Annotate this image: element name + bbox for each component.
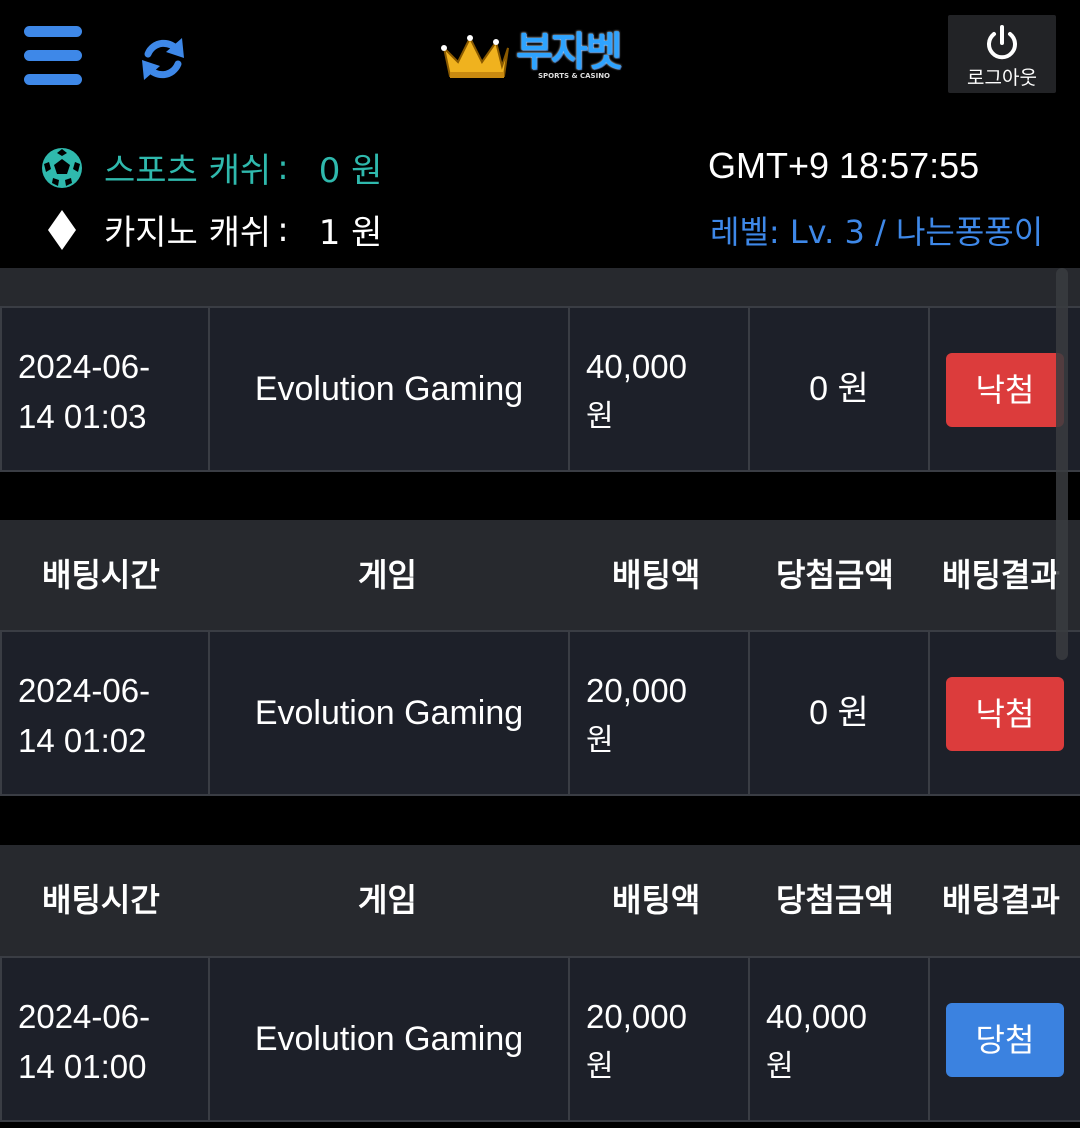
- bet-time: 2024-06- 14 01:03: [18, 348, 151, 435]
- game-name: Evolution Gaming: [254, 1020, 524, 1058]
- header-win-amount: 당첨금액: [776, 556, 894, 594]
- site-logo[interactable]: 부자벳 SPORTS & CASINO: [438, 30, 638, 86]
- sports-cash: 스포츠 캐쉬 : 0 원: [40, 143, 382, 192]
- win-amount: 0 원: [809, 370, 869, 408]
- header-result: 배팅결과: [942, 556, 1060, 594]
- casino-cash-amount: 1 원: [318, 213, 383, 253]
- casino-cash-label: 카지노 캐쉬: [104, 213, 272, 253]
- win-amount: 40,000 원: [766, 998, 867, 1084]
- sports-cash-amount: 0 원: [318, 151, 383, 191]
- header-game: 게임: [358, 556, 417, 594]
- table-header: 배팅시간 게임 배팅액 당첨금액 배팅결과: [0, 520, 1080, 631]
- logo-text: 부자벳: [516, 29, 622, 75]
- game-name: Evolution Gaming: [254, 370, 524, 408]
- header-bet-amount: 배팅액: [612, 881, 701, 919]
- refresh-icon[interactable]: [138, 34, 188, 84]
- table-header-partial: [0, 268, 1080, 306]
- logo-subtitle: SPORTS & CASINO: [538, 72, 611, 80]
- bet-amount: 40,000 원: [586, 348, 687, 434]
- header-bet-time: 배팅시간: [42, 881, 160, 919]
- logout-button[interactable]: 로그아웃: [948, 15, 1056, 93]
- bet-row: 2024-06- 14 01:00 Evolution Gaming 20,00…: [0, 956, 1080, 1122]
- bet-row: 2024-06- 14 01:03 Evolution Gaming 40,00…: [0, 306, 1080, 472]
- bet-amount: 20,000 원: [586, 998, 687, 1084]
- casino-cash: 카지노 캐쉬 : 1 원: [40, 205, 382, 254]
- header-bet-time: 배팅시간: [42, 556, 160, 594]
- diamond-icon: [48, 209, 76, 250]
- bet-amount: 20,000 원: [586, 672, 687, 758]
- bet-time: 2024-06- 14 01:02: [18, 672, 151, 759]
- result-badge-lose[interactable]: 낙첨: [946, 353, 1064, 427]
- account-info: 스포츠 캐쉬 : 0 원 카지노 캐쉬 : 1 원 GMT+9 18:57:55…: [0, 115, 1080, 268]
- hamburger-menu-icon[interactable]: [24, 26, 84, 86]
- win-amount: 0 원: [809, 694, 869, 732]
- sports-cash-label: 스포츠 캐쉬: [104, 151, 272, 191]
- header-game: 게임: [358, 881, 417, 919]
- game-name: Evolution Gaming: [254, 694, 524, 732]
- power-icon: [987, 25, 1017, 60]
- header-result: 배팅결과: [942, 881, 1060, 919]
- result-badge-lose[interactable]: 낙첨: [946, 677, 1064, 751]
- header-bet-amount: 배팅액: [612, 556, 701, 594]
- scrollbar[interactable]: [1056, 268, 1068, 660]
- logout-label: 로그아웃: [967, 67, 1037, 89]
- crown-icon: [441, 35, 509, 78]
- bet-time: 2024-06- 14 01:00: [18, 998, 151, 1085]
- server-clock: GMT+9 18:57:55: [708, 145, 980, 186]
- header-win-amount: 당첨금액: [776, 881, 894, 919]
- table-header: 배팅시간 게임 배팅액 당첨금액 배팅결과: [0, 845, 1080, 956]
- user-level-link[interactable]: 레벨: Lv. 3 / 나는퐁퐁이: [710, 207, 1050, 253]
- top-bar: 부자벳 SPORTS & CASINO 로그아웃: [0, 0, 1080, 115]
- soccer-ball-icon: [42, 147, 82, 188]
- result-badge-win[interactable]: 당첨: [946, 1003, 1064, 1077]
- bet-history: 2024-06- 14 01:03 Evolution Gaming 40,00…: [0, 268, 1080, 1128]
- bet-row: 2024-06- 14 01:02 Evolution Gaming 20,00…: [0, 630, 1080, 796]
